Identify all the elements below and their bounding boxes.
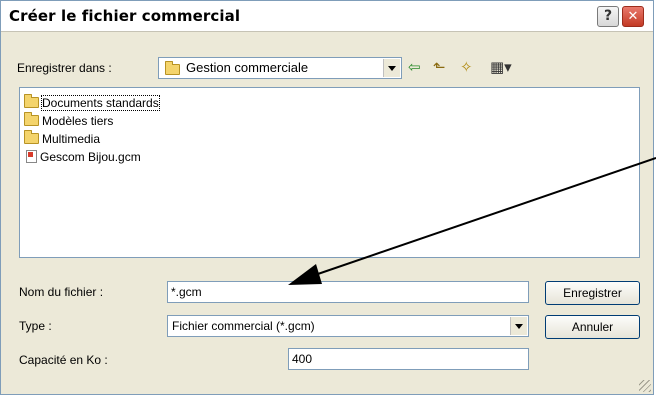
type-label: Type : <box>19 319 52 333</box>
cancel-button[interactable]: Annuler <box>545 315 640 339</box>
title-bar[interactable]: Créer le fichier commercial ? ✕ <box>1 1 653 32</box>
list-item[interactable]: Documents standards <box>24 94 160 112</box>
capacity-input[interactable]: 400 <box>288 348 529 370</box>
back-icon[interactable]: ⇦ <box>408 59 421 75</box>
view-menu-icon[interactable]: ▦▾ <box>490 59 512 75</box>
save-in-value: Gestion commerciale <box>186 60 309 75</box>
dialog-title: Créer le fichier commercial <box>9 7 241 25</box>
chevron-down-icon[interactable] <box>510 317 527 335</box>
file-list[interactable]: Documents standards Modèles tiers Multim… <box>19 87 640 258</box>
gcm-file-icon <box>26 150 37 163</box>
chevron-down-icon[interactable] <box>383 59 400 77</box>
filename-label: Nom du fichier : <box>19 285 104 299</box>
filename-input[interactable]: *.gcm <box>167 281 529 303</box>
help-button[interactable]: ? <box>597 6 619 27</box>
capacity-label: Capacité en Ko : <box>19 353 108 367</box>
new-folder-icon[interactable]: ✧ <box>460 59 473 75</box>
save-in-dropdown[interactable]: Gestion commerciale <box>158 57 402 79</box>
folder-icon <box>165 61 180 77</box>
list-item[interactable]: Gescom Bijou.gcm <box>24 148 141 166</box>
folder-icon <box>24 94 39 108</box>
folder-icon <box>24 130 39 144</box>
type-dropdown[interactable]: Fichier commercial (*.gcm) <box>167 315 529 337</box>
save-button[interactable]: Enregistrer <box>545 281 640 305</box>
close-button[interactable]: ✕ <box>622 6 644 27</box>
type-value: Fichier commercial (*.gcm) <box>172 319 315 333</box>
list-item[interactable]: Multimedia <box>24 130 100 148</box>
save-in-label: Enregistrer dans : <box>17 61 112 75</box>
up-folder-icon[interactable]: ⬑ <box>433 59 446 75</box>
resize-grip[interactable] <box>639 380 651 392</box>
list-item[interactable]: Modèles tiers <box>24 112 113 130</box>
save-dialog: Créer le fichier commercial ? ✕ Enregist… <box>0 0 654 395</box>
folder-icon <box>24 112 39 126</box>
